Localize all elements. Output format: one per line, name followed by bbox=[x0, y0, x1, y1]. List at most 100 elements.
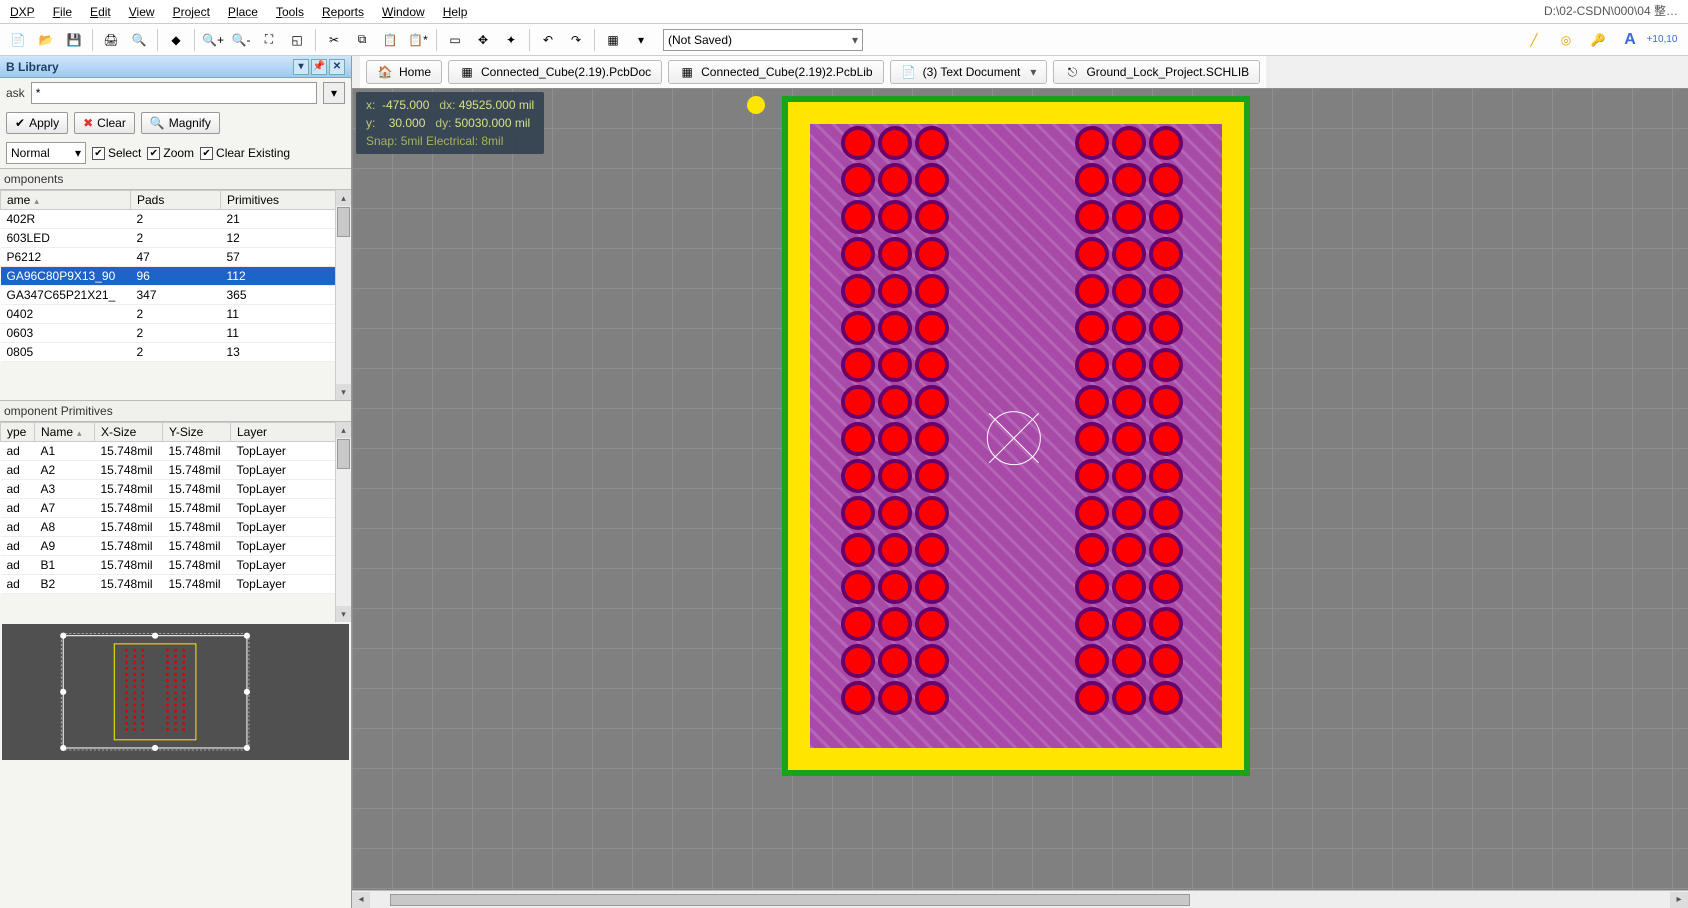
pad[interactable] bbox=[878, 533, 912, 567]
pad[interactable] bbox=[841, 644, 875, 678]
pad[interactable] bbox=[878, 200, 912, 234]
zoom-in-icon[interactable]: 🔍+ bbox=[201, 28, 225, 52]
pad[interactable] bbox=[841, 348, 875, 382]
util-pad-icon[interactable]: ◎ bbox=[1554, 28, 1578, 52]
table-row[interactable]: 603LED212 bbox=[1, 229, 351, 248]
pad[interactable] bbox=[1149, 163, 1183, 197]
mask-input[interactable] bbox=[31, 82, 317, 104]
undo-icon[interactable]: ↶ bbox=[536, 28, 560, 52]
mode-combo[interactable]: Normal▾ bbox=[6, 142, 86, 164]
pad[interactable] bbox=[1149, 237, 1183, 271]
mask-dd-icon[interactable]: ▾ bbox=[323, 82, 345, 104]
pad[interactable] bbox=[841, 274, 875, 308]
scroll-down-icon[interactable]: ▾ bbox=[336, 606, 351, 622]
pad[interactable] bbox=[915, 311, 949, 345]
pad[interactable] bbox=[1075, 681, 1109, 715]
pad[interactable] bbox=[1112, 459, 1146, 493]
chevron-down-icon[interactable]: ▾ bbox=[1030, 65, 1036, 79]
pad[interactable] bbox=[1149, 681, 1183, 715]
pad[interactable] bbox=[878, 496, 912, 530]
select-checkbox[interactable]: ✔Select bbox=[92, 146, 141, 160]
util-via-icon[interactable]: 🔑 bbox=[1586, 28, 1610, 52]
pad[interactable] bbox=[1075, 533, 1109, 567]
pad[interactable] bbox=[878, 348, 912, 382]
pad[interactable] bbox=[1112, 533, 1146, 567]
table-row[interactable]: 0402211 bbox=[1, 305, 351, 324]
clear-button[interactable]: ✖ Clear bbox=[74, 112, 135, 134]
util-coord-icon[interactable]: +10,10 bbox=[1650, 28, 1674, 52]
scroll-right-icon[interactable]: ▸ bbox=[1670, 892, 1688, 908]
pad[interactable] bbox=[915, 496, 949, 530]
pad[interactable] bbox=[1075, 348, 1109, 382]
table-row[interactable]: adA115.748mil15.748milTopLayer bbox=[1, 442, 351, 461]
scroll-thumb[interactable] bbox=[337, 207, 350, 237]
pcb-canvas[interactable]: x: -475.000 dx: 49525.000 mil y: 30.000 … bbox=[352, 88, 1688, 890]
pad[interactable] bbox=[915, 163, 949, 197]
pad[interactable] bbox=[1112, 274, 1146, 308]
pad[interactable] bbox=[878, 607, 912, 641]
col-xsize[interactable]: X-Size bbox=[95, 423, 163, 442]
scroll-down-icon[interactable]: ▾ bbox=[336, 384, 351, 400]
pad[interactable] bbox=[878, 237, 912, 271]
pad[interactable] bbox=[841, 570, 875, 604]
pad[interactable] bbox=[841, 422, 875, 456]
menu-place[interactable]: Place bbox=[228, 5, 258, 19]
table-row[interactable]: adA215.748mil15.748milTopLayer bbox=[1, 461, 351, 480]
pad[interactable] bbox=[878, 570, 912, 604]
tab-ground-lock-project-schlib[interactable]: ⎋Ground_Lock_Project.SCHLIB bbox=[1053, 60, 1260, 84]
zoom-sel-icon[interactable]: ◱ bbox=[285, 28, 309, 52]
pad[interactable] bbox=[1149, 570, 1183, 604]
pad[interactable] bbox=[915, 607, 949, 641]
zoom-out-icon[interactable]: 🔍- bbox=[229, 28, 253, 52]
cut-icon[interactable]: ✂ bbox=[322, 28, 346, 52]
paste-icon[interactable]: 📋 bbox=[378, 28, 402, 52]
table-row[interactable]: adA315.748mil15.748milTopLayer bbox=[1, 480, 351, 499]
table-row[interactable]: adB215.748mil15.748milTopLayer bbox=[1, 575, 351, 594]
menu-file[interactable]: File bbox=[53, 5, 72, 19]
move-icon[interactable]: ✥ bbox=[471, 28, 495, 52]
pad[interactable] bbox=[1149, 607, 1183, 641]
pad[interactable] bbox=[1112, 163, 1146, 197]
col-name2[interactable]: Name▴ bbox=[35, 423, 95, 442]
pad[interactable] bbox=[1075, 496, 1109, 530]
pad[interactable] bbox=[841, 311, 875, 345]
pad[interactable] bbox=[915, 681, 949, 715]
table-row[interactable]: P62124757 bbox=[1, 248, 351, 267]
table-row[interactable]: 0805213 bbox=[1, 343, 351, 362]
pad[interactable] bbox=[1149, 422, 1183, 456]
pad[interactable] bbox=[1112, 237, 1146, 271]
pad[interactable] bbox=[1149, 644, 1183, 678]
col-pads[interactable]: Pads bbox=[131, 191, 221, 210]
pad[interactable] bbox=[1149, 348, 1183, 382]
scroll-up-icon[interactable]: ▴ bbox=[336, 422, 351, 438]
pad[interactable] bbox=[878, 311, 912, 345]
panel-close-icon[interactable]: ✕ bbox=[329, 59, 345, 75]
pad[interactable] bbox=[1112, 200, 1146, 234]
pad[interactable] bbox=[1149, 311, 1183, 345]
pad[interactable] bbox=[841, 385, 875, 419]
pad[interactable] bbox=[1112, 496, 1146, 530]
table-row[interactable]: 402R221 bbox=[1, 210, 351, 229]
menu-reports[interactable]: Reports bbox=[322, 5, 364, 19]
select-rect-icon[interactable]: ▭ bbox=[443, 28, 467, 52]
pad[interactable] bbox=[841, 459, 875, 493]
pad[interactable] bbox=[878, 459, 912, 493]
col-name[interactable]: ame▴ bbox=[1, 191, 131, 210]
util-string-icon[interactable]: A bbox=[1618, 28, 1642, 52]
table-row[interactable]: adA815.748mil15.748milTopLayer bbox=[1, 518, 351, 537]
pad[interactable] bbox=[1149, 385, 1183, 419]
tab--3-text-document[interactable]: 📄(3) Text Document▾ bbox=[890, 60, 1048, 84]
menu-view[interactable]: View bbox=[129, 5, 155, 19]
pad[interactable] bbox=[1075, 274, 1109, 308]
pad[interactable] bbox=[1149, 126, 1183, 160]
pad[interactable] bbox=[1112, 570, 1146, 604]
menu-dxp[interactable]: DXP bbox=[10, 5, 35, 19]
pad[interactable] bbox=[1149, 274, 1183, 308]
clear-existing-checkbox[interactable]: ✔Clear Existing bbox=[200, 146, 290, 160]
pad[interactable] bbox=[878, 422, 912, 456]
pad[interactable] bbox=[1112, 311, 1146, 345]
scroll-left-icon[interactable]: ◂ bbox=[352, 892, 370, 908]
magnify-button[interactable]: 🔍 Magnify bbox=[141, 112, 220, 134]
pad[interactable] bbox=[1149, 496, 1183, 530]
menu-edit[interactable]: Edit bbox=[90, 5, 111, 19]
